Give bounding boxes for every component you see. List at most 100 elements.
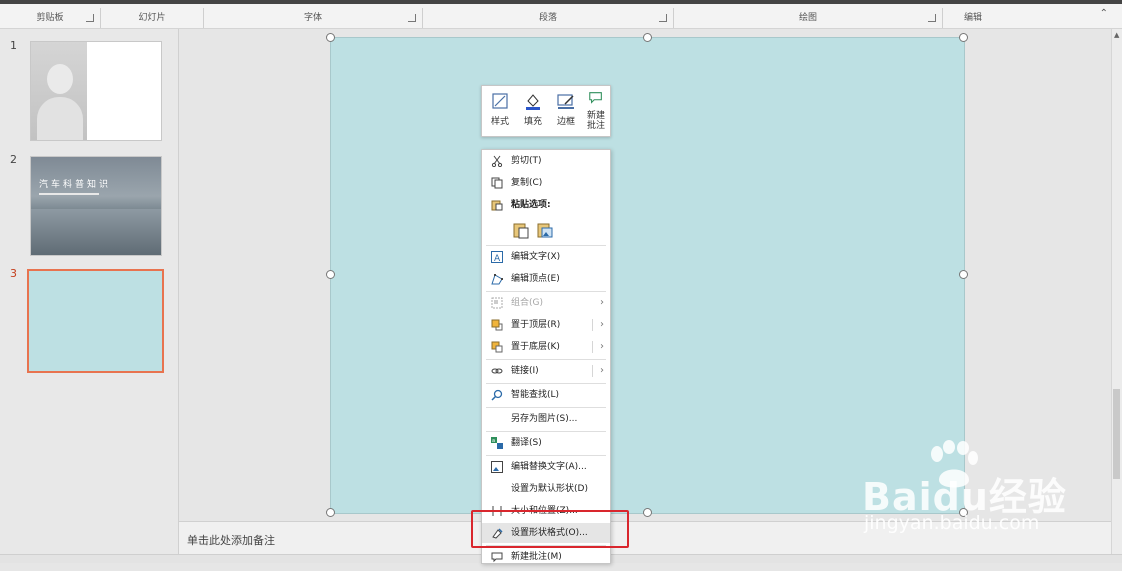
ribbon: 剪贴板 幻灯片 字体 段落 绘图 编辑 ⌃ [0,0,1122,29]
menu-item-bring-to-front[interactable]: 置于顶层(R) › [482,315,610,335]
comment-icon [491,551,503,563]
group-icon [491,297,503,309]
split-divider [592,319,593,331]
bring-to-front-icon [491,319,503,331]
menu-item-paste-options: 粘贴选项: [482,195,610,215]
dialog-launcher-icon[interactable] [408,14,416,22]
slide-number: 2 [10,153,17,166]
copy-icon [491,177,503,189]
slide-number: 1 [10,39,17,52]
ribbon-group-editing[interactable]: 编辑 [943,8,1003,28]
menu-item-translate[interactable]: a 翻译(S) [482,433,610,453]
translate-icon: a [491,437,503,449]
mini-toolbar: 样式 填充 边框 新建 批注 [481,85,611,137]
menu-item-edit-alt-text[interactable]: 编辑替换文字(A)... [482,457,610,477]
svg-text:a: a [492,438,495,444]
outline-button[interactable]: 边框 [551,89,581,133]
ribbon-group-font[interactable]: 字体 [204,8,423,28]
resize-handle[interactable] [326,270,335,279]
split-divider [592,341,593,353]
style-button[interactable]: 样式 [485,89,515,133]
paste-icon [491,199,503,211]
ribbon-group-label: 字体 [303,13,322,23]
menu-separator [486,291,606,292]
ribbon-group-label: 段落 [538,13,557,23]
slide-thumbnail-1[interactable] [30,41,162,141]
new-comment-label-2: 批注 [586,121,605,131]
menu-item-set-default-shape[interactable]: 设置为默认形状(D) [482,479,610,499]
resize-handle[interactable] [959,33,968,42]
submenu-arrow-icon[interactable]: › [600,337,604,357]
svg-text:A: A [494,254,501,263]
lake-image [31,209,161,255]
menu-item-link[interactable]: 链接(I) › [482,361,610,381]
scrollbar-thumb[interactable] [1113,389,1120,479]
menu-item-copy[interactable]: 复制(C) [482,173,610,193]
scroll-up-icon[interactable]: ▲ [1114,31,1119,39]
ribbon-group-label: 剪贴板 [36,13,64,23]
slide-thumbnail-3[interactable] [27,269,164,373]
link-icon [491,365,503,377]
fill-button[interactable]: 填充 [518,89,548,133]
submenu-arrow-icon: › [600,297,604,308]
dialog-launcher-icon[interactable] [86,14,94,22]
ribbon-top-strip [0,0,1122,4]
split-divider [592,365,593,377]
alt-text-icon [491,461,503,473]
baidu-jingyan-watermark: Baidu经验 jingyan.baidu.com [862,440,1082,540]
portrait-image [31,42,87,140]
context-menu: 剪切(T) 复制(C) 粘贴选项: A 编辑文字(X) 编辑顶点(E) 组合(G… [481,149,611,564]
style-icon [492,93,508,109]
thumbnail-subtitle-line [39,193,99,195]
paste-options-group [512,221,572,241]
menu-item-group[interactable]: 组合(G) › [482,293,610,313]
send-to-back-icon [491,341,503,353]
ribbon-group-slides[interactable]: 幻灯片 [101,8,204,28]
menu-separator [486,431,606,432]
edit-points-icon [491,273,503,285]
notes-placeholder[interactable]: 单击此处添加备注 [187,532,275,548]
menu-item-edit-text[interactable]: A 编辑文字(X) [482,247,610,267]
resize-handle[interactable] [643,508,652,517]
menu-item-smart-lookup[interactable]: 智能查找(L) [482,385,610,405]
paste-as-picture-icon[interactable] [536,221,554,242]
highlight-annotation-box [471,510,629,548]
menu-separator [486,455,606,456]
portrait-body-shape [37,97,83,140]
new-comment-button[interactable]: 新建 批注 [581,89,611,133]
menu-item-cut[interactable]: 剪切(T) [482,151,610,171]
menu-item-new-comment[interactable]: 新建批注(M) [482,547,610,567]
dialog-launcher-icon[interactable] [928,14,936,22]
new-comment-label-1: 新建 [586,111,605,121]
resize-handle[interactable] [643,33,652,42]
magnifier-icon [491,389,503,401]
resize-handle[interactable] [326,508,335,517]
ribbon-group-paragraph[interactable]: 段落 [423,8,674,28]
fill-bucket-icon [526,94,540,110]
menu-separator [486,383,606,384]
new-comment-icon [589,92,602,104]
scissors-icon [491,155,503,168]
thumbnail-title: 汽车科普知识 [39,180,112,190]
submenu-arrow-icon[interactable]: › [600,361,604,381]
menu-separator [486,407,606,408]
resize-handle[interactable] [326,33,335,42]
resize-handle[interactable] [959,270,968,279]
menu-item-save-as-picture[interactable]: 另存为图片(S)... [482,409,610,429]
ribbon-group-clipboard[interactable]: 剪贴板 [0,8,101,28]
menu-separator [486,245,606,246]
vertical-scrollbar[interactable]: ▲ [1111,29,1122,554]
submenu-arrow-icon[interactable]: › [600,315,604,335]
portrait-head-shape [47,64,73,94]
menu-item-send-to-back[interactable]: 置于底层(K) › [482,337,610,357]
ribbon-group-drawing[interactable]: 绘图 [674,8,943,28]
slide-thumbnail-2[interactable]: 汽车科普知识 [30,156,162,256]
ribbon-group-label: 编辑 [963,13,982,23]
outline-pen-icon [557,94,574,109]
collapse-ribbon-icon[interactable]: ⌃ [1100,8,1108,19]
menu-item-edit-points[interactable]: 编辑顶点(E) [482,269,610,289]
slide-thumbnails-pane: 1 2 汽车科普知识 3 [0,29,179,554]
paste-keep-format-icon[interactable] [512,221,530,242]
slide-number: 3 [10,267,17,280]
dialog-launcher-icon[interactable] [659,14,667,22]
